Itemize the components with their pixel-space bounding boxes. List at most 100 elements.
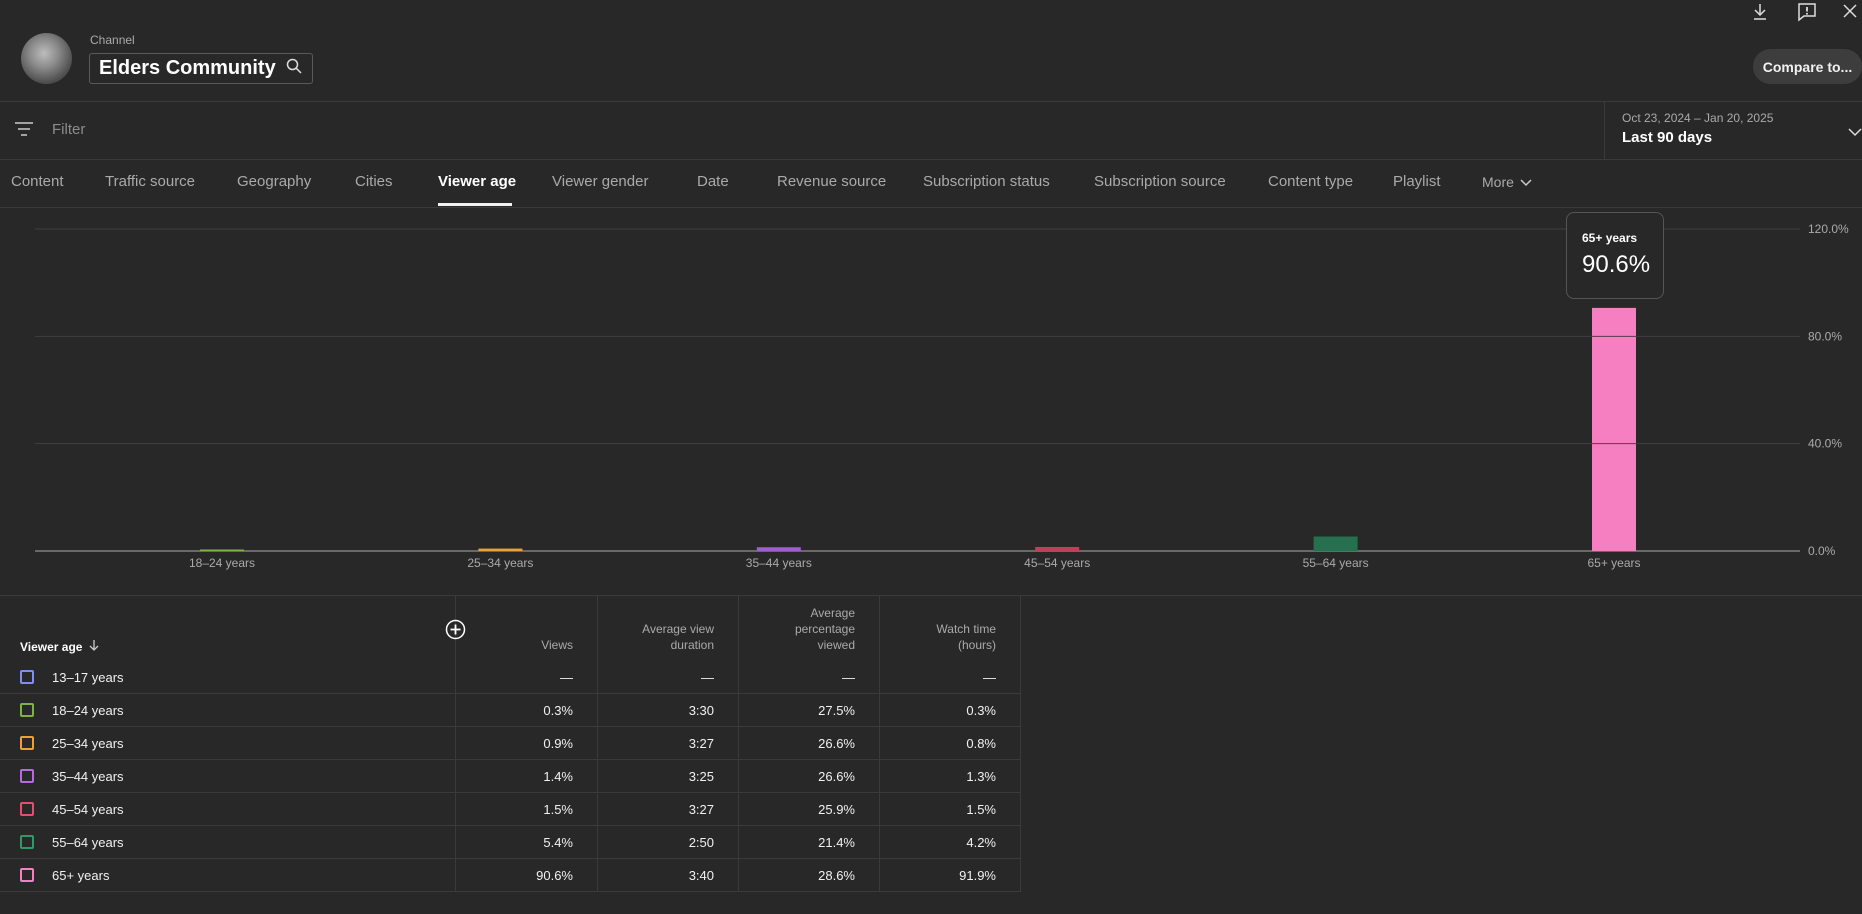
cell-wt: 0.8% [966,736,996,751]
tooltip-value: 90.6% [1582,251,1651,278]
channel-avatar[interactable] [21,33,72,84]
active-tab-indicator [438,203,512,206]
column-header-views[interactable]: Views [470,637,573,653]
page-header [0,0,1862,102]
row-checkbox[interactable] [20,703,34,717]
row-label: 13–17 years [52,670,124,685]
filter-icon[interactable] [14,121,34,142]
chevron-down-icon [1520,174,1532,190]
row-label: 35–44 years [52,769,124,784]
tab-revenue-source[interactable]: Revenue source [777,173,886,190]
column-header-viewer-age[interactable]: Viewer age [20,638,100,656]
cell-avd: 3:40 [688,868,714,883]
row-checkbox[interactable] [20,670,34,684]
chevron-down-icon[interactable] [1848,124,1862,142]
cell-wt: 0.3% [966,703,996,718]
channel-label: Channel [90,33,135,47]
cell-wt: 4.2% [966,835,996,850]
cell-apv: 26.6% [818,769,855,784]
cell-avd: 2:50 [688,835,714,850]
cell-apv: 26.6% [818,736,855,751]
tab-more[interactable]: More [1482,174,1532,190]
tab-viewer-age[interactable]: Viewer age [438,173,516,190]
tab-playlist[interactable]: Playlist [1393,173,1441,190]
channel-name: Elders Community [99,57,276,79]
row-label: 18–24 years [52,703,124,718]
cell-views: 1.4% [543,769,573,784]
x-tick-label: 65+ years [1587,556,1640,570]
cell-apv: — [842,670,855,685]
cell-avd: 3:25 [688,769,714,784]
cell-wt: 91.9% [959,868,996,883]
add-column-icon[interactable] [445,619,466,645]
y-tick-label: 40.0% [1808,437,1842,451]
cell-avd: 3:27 [688,802,714,817]
cell-views: 0.3% [543,703,573,718]
compare-button[interactable]: Compare to... [1753,49,1862,84]
cell-views: — [560,670,573,685]
cell-wt: — [983,670,996,685]
row-checkbox[interactable] [20,736,34,750]
y-tick-label: 120.0% [1808,222,1849,236]
x-tick-label: 55–64 years [1303,556,1369,570]
sort-arrow-down-icon [88,638,100,656]
tab-cities[interactable]: Cities [355,173,393,190]
x-tick-label: 25–34 years [467,556,533,570]
cell-views: 5.4% [543,835,573,850]
cell-views: 1.5% [543,802,573,817]
date-range-text: Oct 23, 2024 – Jan 20, 2025 [1622,111,1774,125]
bar[interactable] [1592,307,1636,551]
bar[interactable] [1035,546,1080,551]
column-header-watch-time[interactable]: Watch time (hours) [915,621,996,653]
bar[interactable] [200,549,244,552]
row-checkbox[interactable] [20,802,34,816]
cell-views: 0.9% [543,736,573,751]
cell-views: 90.6% [536,868,573,883]
tab-content-type[interactable]: Content type [1268,173,1353,190]
channel-selector[interactable]: Elders Community [89,53,313,84]
bar[interactable] [756,547,801,551]
tab-subscription-source[interactable]: Subscription source [1094,173,1226,190]
row-label: 25–34 years [52,736,124,751]
cell-apv: 28.6% [818,868,855,883]
x-tick-label: 45–54 years [1024,556,1090,570]
bar[interactable] [478,548,523,551]
row-checkbox[interactable] [20,835,34,849]
tab-viewer-gender[interactable]: Viewer gender [552,173,648,190]
column-header-average-percentage-viewed[interactable]: Average percentage viewed [775,605,855,653]
row-checkbox[interactable] [20,769,34,783]
cell-wt: 1.5% [966,802,996,817]
y-tick-label: 80.0% [1808,329,1842,343]
download-icon[interactable] [1752,3,1768,26]
cell-apv: 27.5% [818,703,855,718]
tab-geography[interactable]: Geography [237,173,311,190]
close-icon[interactable] [1842,3,1858,24]
date-range-label: Last 90 days [1622,129,1713,146]
row-label: 65+ years [52,868,110,883]
search-icon[interactable] [286,58,302,79]
tab-date[interactable]: Date [697,173,729,190]
cell-avd: 3:30 [688,703,714,718]
tab-subscription-status[interactable]: Subscription status [923,173,1050,190]
row-checkbox[interactable] [20,868,34,882]
cell-avd: 3:27 [688,736,714,751]
x-tick-label: 35–44 years [746,556,812,570]
table-top-border [0,595,1862,596]
column-header-viewer-age-label: Viewer age [20,640,83,654]
tab-more-label: More [1482,174,1514,190]
cell-avd: — [701,670,714,685]
cell-apv: 25.9% [818,802,855,817]
filter-input[interactable]: Filter [52,121,85,138]
tab-content[interactable]: Content [11,173,64,190]
column-header-average-view-duration[interactable]: Average view duration [620,621,714,653]
y-tick-label: 0.0% [1808,544,1836,558]
x-tick-label: 18–24 years [189,556,255,570]
row-label: 55–64 years [52,835,124,850]
bar[interactable] [1313,536,1358,551]
filter-bar [0,102,1862,160]
row-label: 45–54 years [52,802,124,817]
feedback-icon[interactable] [1797,2,1817,27]
cell-wt: 1.3% [966,769,996,784]
tooltip-title: 65+ years [1582,231,1638,245]
tab-traffic-source[interactable]: Traffic source [105,173,195,190]
